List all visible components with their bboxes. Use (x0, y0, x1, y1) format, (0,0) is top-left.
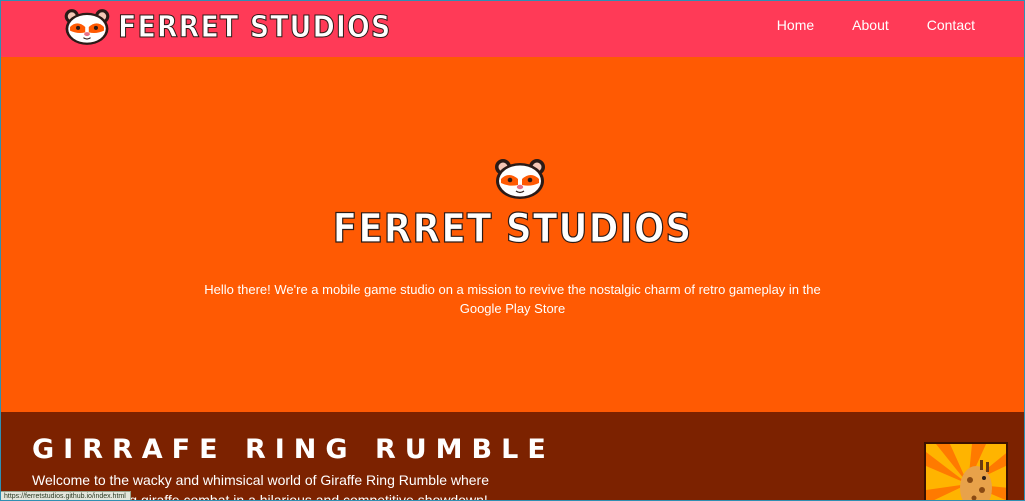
link-status-bar: https://ferretstudios.github.io/index.ht… (0, 491, 131, 501)
hero-title: FERRET STUDIOS (332, 205, 693, 252)
site-header: FERRET STUDIOS Home About Contact (0, 0, 1025, 57)
game-title: GIRRAFE RING RUMBLE (32, 434, 555, 465)
hero-section: FERRET STUDIOS Hello there! We're a mobi… (0, 57, 1025, 412)
hero-description: Hello there! We're a mobile game studio … (204, 282, 821, 316)
nav-contact-link[interactable]: Contact (927, 17, 975, 33)
game-section: GIRRAFE RING RUMBLE Welcome to the wacky… (0, 412, 1025, 501)
brand-name: FERRET STUDIOS (117, 9, 392, 45)
nav-home-link[interactable]: Home (777, 17, 814, 33)
nav-about-link[interactable]: About (852, 17, 889, 33)
ferret-logo-icon (64, 9, 110, 45)
ferret-logo-icon (495, 159, 545, 199)
brand[interactable]: FERRET STUDIOS (62, 5, 391, 49)
giraffe-game-icon[interactable] (924, 442, 1008, 501)
main-nav: Home About Contact (777, 17, 975, 33)
